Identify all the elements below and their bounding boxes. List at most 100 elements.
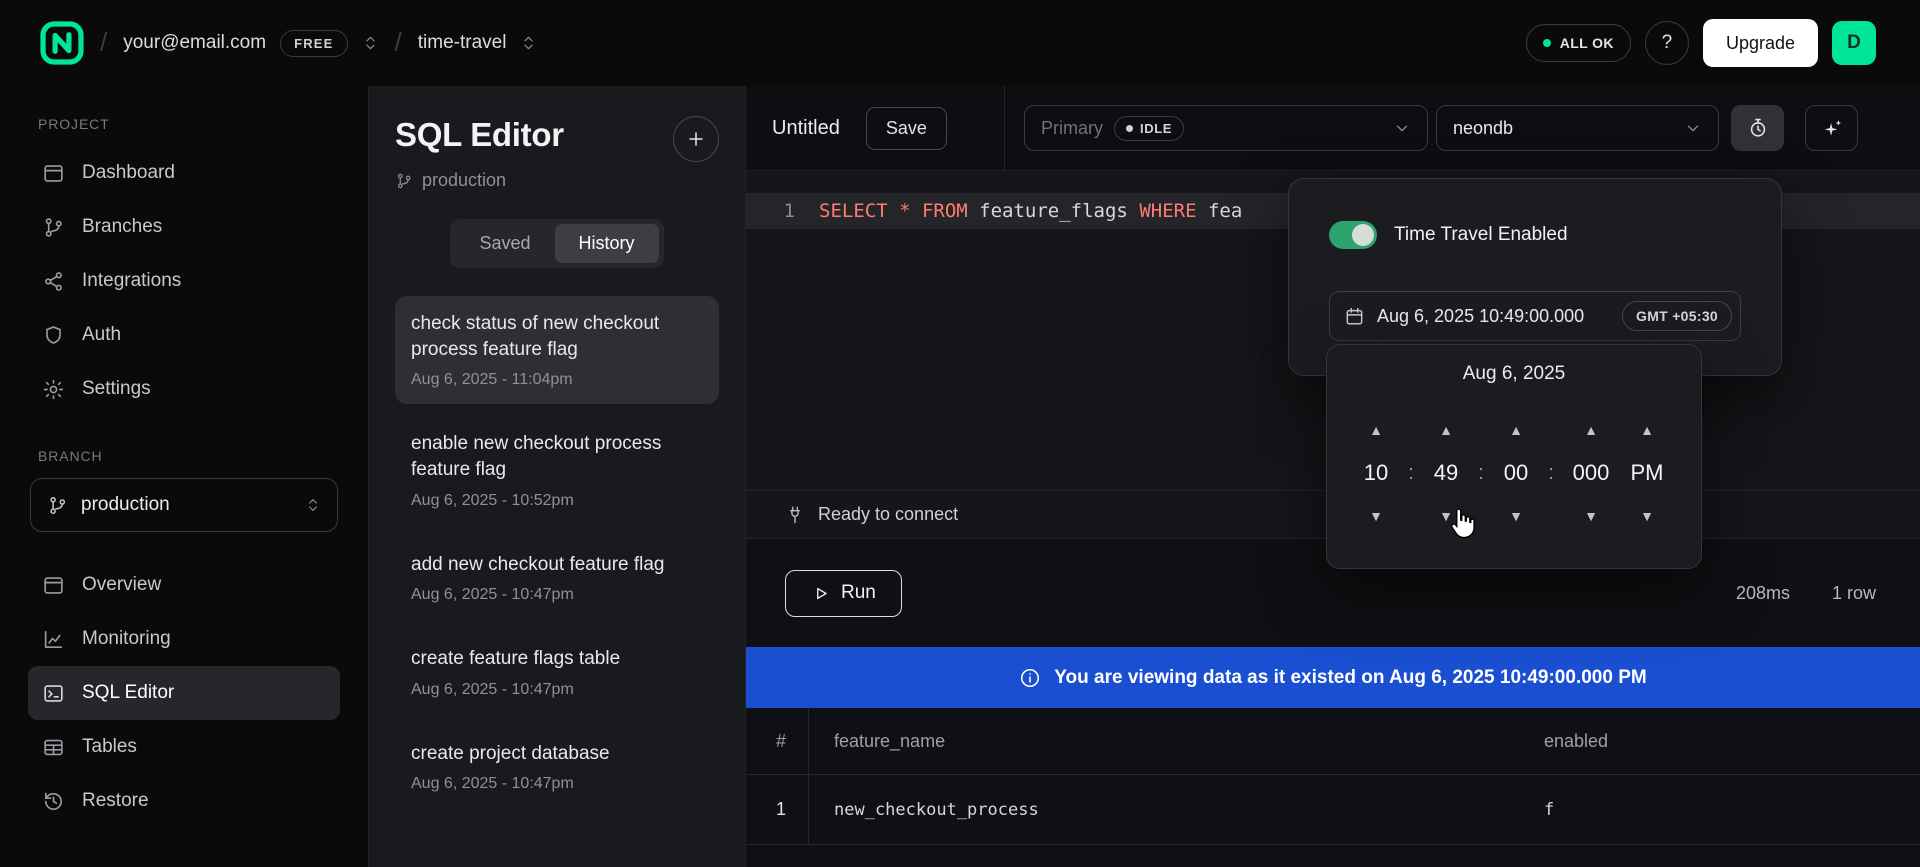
- run-button[interactable]: Run: [785, 570, 902, 617]
- shield-icon: [42, 324, 65, 347]
- ai-assist-button[interactable]: [1805, 105, 1858, 151]
- database-selector[interactable]: neondb: [1436, 105, 1719, 151]
- tab-history[interactable]: History: [555, 224, 659, 263]
- editor-toolbar: Untitled Save Primary IDLE neondb: [746, 86, 1920, 171]
- status-dot-icon: [1543, 39, 1551, 47]
- git-branch-icon: [395, 172, 413, 190]
- timezone-badge: GMT +05:30: [1622, 301, 1732, 331]
- sidebar-item-overview[interactable]: Overview: [28, 558, 340, 612]
- chart-icon: [42, 628, 65, 651]
- sidebar: PROJECT Dashboard Branches Integrations …: [0, 86, 369, 867]
- time-spinner: ▲ 10 ▼ : ▲ 49 ▼ : ▲ 00 ▼ : ▲ 000 ▼ ▲ PM …: [1327, 421, 1701, 525]
- minutes-down-arrow[interactable]: ▼: [1439, 507, 1453, 525]
- millis-value: 000: [1573, 453, 1610, 493]
- chevrons-up-down-icon: [305, 494, 321, 516]
- help-button[interactable]: ?: [1645, 21, 1689, 65]
- branch-selector[interactable]: production: [30, 478, 338, 532]
- sidebar-item-monitoring[interactable]: Monitoring: [28, 612, 340, 666]
- results-table: # feature_name enabled 1 new_checkout_pr…: [746, 708, 1920, 845]
- neon-logo-icon[interactable]: [40, 21, 84, 65]
- toggle-label: Time Travel Enabled: [1394, 224, 1568, 246]
- query-tab-title[interactable]: Untitled: [772, 117, 840, 140]
- stopwatch-icon: [1747, 117, 1769, 139]
- time-separator: :: [1469, 453, 1493, 493]
- connection-status: Ready to connect: [818, 504, 958, 525]
- meridiem-up-arrow[interactable]: ▲: [1640, 421, 1654, 439]
- hours-down-arrow[interactable]: ▼: [1369, 507, 1383, 525]
- history-item[interactable]: create project database Aug 6, 2025 - 10…: [395, 726, 719, 809]
- plus-icon: [685, 128, 707, 150]
- history-item[interactable]: check status of new checkout process fea…: [395, 296, 719, 404]
- code-text: SELECT * FROM feature_flags WHERE fea: [819, 200, 1242, 222]
- picker-date: Aug 6, 2025: [1327, 361, 1701, 387]
- panel-branch-label: production: [422, 170, 506, 191]
- meridiem-down-arrow[interactable]: ▼: [1640, 507, 1654, 525]
- share-icon: [42, 270, 65, 293]
- time-travel-toggle[interactable]: [1329, 221, 1377, 249]
- tab-saved[interactable]: Saved: [455, 224, 554, 263]
- results-header-row: # feature_name enabled: [746, 708, 1920, 775]
- minutes-up-arrow[interactable]: ▲: [1439, 421, 1453, 439]
- sidebar-item-dashboard[interactable]: Dashboard: [28, 146, 340, 200]
- info-icon: [1019, 667, 1041, 689]
- chevron-down-icon: [1684, 119, 1702, 137]
- chevrons-up-down-icon: [362, 31, 379, 55]
- account-breadcrumb[interactable]: your@email.com: [123, 32, 266, 54]
- sidebar-item-tables[interactable]: Tables: [28, 720, 340, 774]
- column-header: #: [746, 708, 809, 774]
- project-breadcrumb[interactable]: time-travel: [418, 32, 507, 54]
- panel-title: SQL Editor: [395, 116, 564, 154]
- upgrade-button[interactable]: Upgrade: [1703, 19, 1818, 67]
- datetime-input[interactable]: Aug 6, 2025 10:49:00.000 GMT +05:30: [1329, 291, 1741, 341]
- branch-selector-value: production: [81, 494, 170, 516]
- window-icon: [42, 162, 65, 185]
- toggle-knob: [1352, 224, 1374, 246]
- project-section-label: PROJECT: [38, 116, 340, 132]
- new-query-button[interactable]: [673, 116, 719, 162]
- table-row[interactable]: 1 new_checkout_process f: [746, 775, 1920, 845]
- time-travel-button[interactable]: [1731, 105, 1784, 151]
- meridiem-value: PM: [1631, 453, 1664, 493]
- cell-enabled: f: [1544, 775, 1554, 844]
- hours-up-arrow[interactable]: ▲: [1369, 421, 1383, 439]
- history-item[interactable]: add new checkout feature flag Aug 6, 202…: [395, 537, 719, 620]
- seconds-down-arrow[interactable]: ▼: [1509, 507, 1523, 525]
- row-count: 1 row: [1832, 583, 1876, 604]
- save-button[interactable]: Save: [866, 107, 947, 150]
- history-item[interactable]: create feature flags table Aug 6, 2025 -…: [395, 631, 719, 714]
- sidebar-item-auth[interactable]: Auth: [28, 308, 340, 362]
- sidebar-item-sql-editor[interactable]: SQL Editor: [28, 666, 340, 720]
- time-travel-banner: You are viewing data as it existed on Au…: [746, 647, 1920, 708]
- millis-down-arrow[interactable]: ▼: [1584, 507, 1598, 525]
- cell-feature-name: new_checkout_process: [809, 775, 1544, 844]
- column-header: enabled: [1544, 708, 1608, 774]
- seconds-value: 00: [1504, 453, 1528, 493]
- time-separator: :: [1399, 453, 1423, 493]
- column-header: feature_name: [809, 708, 1544, 774]
- play-icon: [811, 584, 830, 603]
- breadcrumb-separator: /: [100, 27, 107, 58]
- sidebar-item-settings[interactable]: Settings: [28, 362, 340, 416]
- sidebar-item-restore[interactable]: Restore: [28, 774, 340, 828]
- compute-selector[interactable]: Primary IDLE: [1024, 105, 1428, 151]
- breadcrumb-separator: /: [395, 27, 402, 58]
- project-menu-button[interactable]: [520, 30, 537, 56]
- minutes-value: 49: [1434, 453, 1458, 493]
- sql-editor-panel: SQL Editor production Saved History chec…: [369, 86, 745, 867]
- account-menu-button[interactable]: [362, 30, 379, 56]
- avatar[interactable]: D: [1832, 21, 1876, 65]
- saved-history-tabs: Saved History: [450, 219, 663, 268]
- question-icon: ?: [1662, 32, 1673, 54]
- history-item[interactable]: enable new checkout process feature flag…: [395, 416, 719, 524]
- hours-value: 10: [1364, 453, 1388, 493]
- system-status-pill[interactable]: ALL OK: [1526, 24, 1631, 62]
- millis-up-arrow[interactable]: ▲: [1584, 421, 1598, 439]
- sidebar-item-branches[interactable]: Branches: [28, 200, 340, 254]
- plug-icon: [785, 505, 805, 525]
- sparkles-icon: [1821, 117, 1843, 139]
- table-icon: [42, 736, 65, 759]
- sidebar-item-integrations[interactable]: Integrations: [28, 254, 340, 308]
- git-branch-icon: [47, 495, 68, 516]
- seconds-up-arrow[interactable]: ▲: [1509, 421, 1523, 439]
- datetime-picker-popup: Aug 6, 2025 ▲ 10 ▼ : ▲ 49 ▼ : ▲ 00 ▼ : ▲…: [1326, 344, 1702, 569]
